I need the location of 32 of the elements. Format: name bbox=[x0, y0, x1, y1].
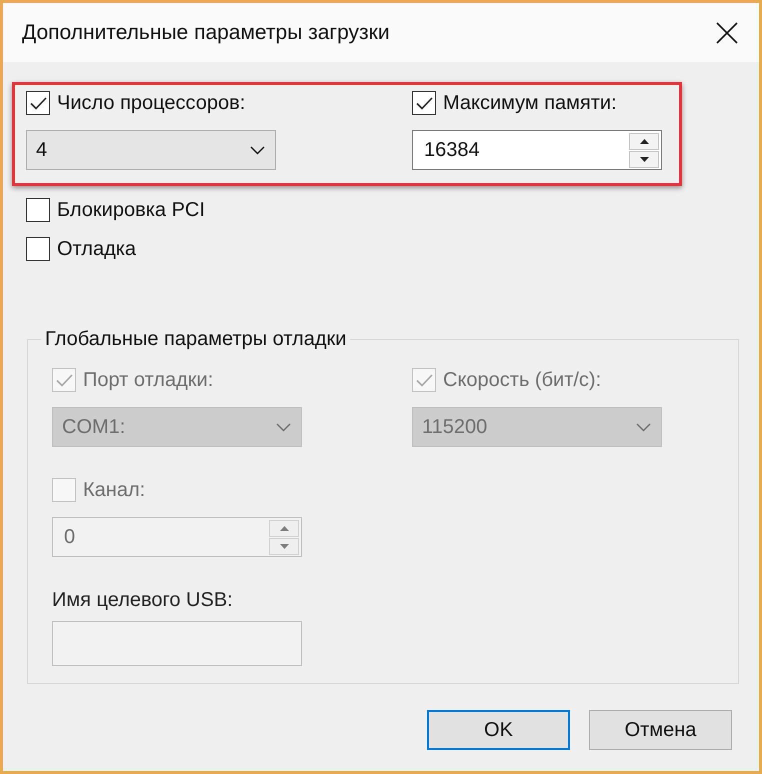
close-icon[interactable] bbox=[716, 22, 738, 44]
window-title: Дополнительные параметры загрузки bbox=[22, 20, 390, 44]
checkmark-icon bbox=[416, 96, 432, 110]
up-triangle-icon bbox=[280, 526, 288, 530]
number-input[interactable]: 16384 bbox=[412, 130, 662, 170]
checkmark-icon bbox=[56, 374, 72, 386]
checkmark-icon bbox=[30, 96, 46, 110]
down-triangle-icon bbox=[280, 544, 288, 548]
checkmark-icon bbox=[416, 374, 432, 386]
group-title: Глобальные параметры отладки bbox=[44, 327, 348, 351]
checkbox[interactable] bbox=[26, 91, 50, 115]
field-label: Имя целевого USB: bbox=[52, 588, 233, 612]
checkbox[interactable] bbox=[412, 91, 436, 115]
dropdown[interactable]: 4 bbox=[26, 130, 276, 170]
caret-icon bbox=[276, 422, 291, 432]
cancel-button[interactable]: Отмена bbox=[589, 710, 732, 750]
field-label: Максимум памяти: bbox=[443, 91, 617, 115]
checkbox[interactable] bbox=[26, 237, 50, 261]
up-triangle-icon bbox=[640, 138, 648, 144]
caret-icon bbox=[250, 146, 265, 154]
spin-down-button[interactable] bbox=[629, 150, 659, 168]
spin-up-button[interactable] bbox=[629, 132, 659, 150]
field-label: Канал: bbox=[83, 478, 146, 502]
field-label: Порт отладки: bbox=[83, 368, 214, 392]
down-triangle-icon bbox=[640, 156, 648, 162]
ok-button[interactable]: OK bbox=[427, 710, 570, 750]
caret-icon bbox=[636, 422, 651, 432]
checkbox-label: Отладка bbox=[57, 237, 136, 261]
field-label: Число процессоров: bbox=[57, 91, 246, 115]
field-label: Скорость (бит/с): bbox=[443, 368, 602, 392]
checkbox[interactable] bbox=[26, 198, 50, 222]
checkbox-label: Блокировка PCI bbox=[57, 198, 205, 222]
